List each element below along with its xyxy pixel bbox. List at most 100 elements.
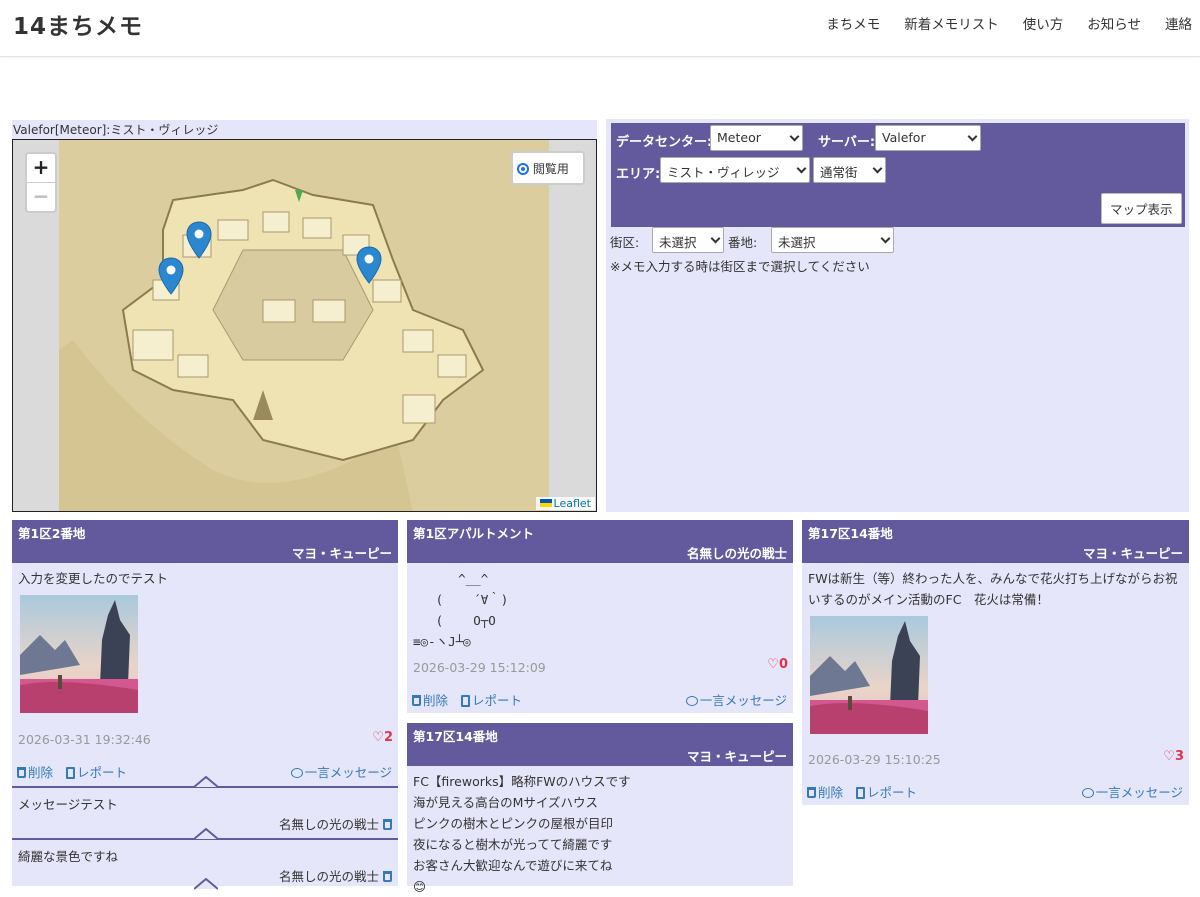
speech-bubble-icon <box>685 696 698 706</box>
divider-notch <box>194 828 218 840</box>
server-label: サーバー: <box>818 135 876 150</box>
message-author-name: 名無しの光の戦士 <box>279 869 380 884</box>
trash-icon[interactable] <box>383 819 392 830</box>
housing-map-image <box>59 140 549 511</box>
message-label: 一言メッセージ <box>304 765 392 780</box>
delete-button[interactable]: 削除 <box>412 690 448 709</box>
report-label: レポート <box>77 765 128 780</box>
site-header: 14まちメモ まちメモ 新着メモリスト 使い方 お知らせ 連絡 <box>0 0 1200 57</box>
report-label: レポート <box>472 693 523 708</box>
memo-date: 2026-03-31 19:32:46 <box>18 732 151 747</box>
like-button[interactable]: ♡0 <box>767 657 788 672</box>
view-mode-control[interactable]: 閲覧用 <box>511 151 585 185</box>
memo-photo <box>810 616 928 734</box>
chevron-down-icon <box>710 233 721 244</box>
memo-screenshot[interactable] <box>20 595 138 713</box>
message-text: メッセージテスト <box>18 797 118 812</box>
map-marker-pin[interactable] <box>186 221 212 259</box>
delete-label: 削除 <box>423 693 449 708</box>
memo-card-header: 第1区アパルトメント 名無しの光の戦士 <box>407 520 793 563</box>
document-icon <box>856 787 865 799</box>
memo-card: 第17区14番地 マヨ・キューピー FWは新生（等）終わった人を、みんなで花火打… <box>802 520 1189 805</box>
ukraine-flag-icon <box>539 499 552 507</box>
memo-author: マヨ・キューピー <box>291 546 392 561</box>
memo-author: 名無しの光の戦士 <box>686 546 787 561</box>
area-select-value: ミスト・ヴィレッジ <box>667 165 780 180</box>
trash-icon[interactable] <box>383 871 392 882</box>
plot-label: 番地: <box>728 235 758 250</box>
message-button[interactable]: 一言メッセージ <box>290 762 392 781</box>
message-button[interactable]: 一言メッセージ <box>1081 782 1183 801</box>
area-type-select[interactable]: 通常街 <box>813 157 886 183</box>
dc-select[interactable]: Meteor <box>710 125 803 151</box>
nav-new-memo-list[interactable]: 新着メモリスト <box>904 13 999 33</box>
memo-text: ^__^ ( ´∀｀) ( O┬O ≡◎-ヽJ┴◎ <box>413 571 509 649</box>
memo-location: 第17区14番地 <box>413 729 498 744</box>
chevron-down-icon <box>789 131 800 142</box>
ward-label: 街区: <box>610 235 640 250</box>
memo-text: FC【fireworks】略称FWのハウスです 海が見える高台のMサイズハウス … <box>413 774 631 894</box>
like-count: 0 <box>778 657 788 672</box>
show-map-button[interactable]: マップ表示 <box>1101 193 1182 224</box>
message-button[interactable]: 一言メッセージ <box>685 690 787 709</box>
trash-icon <box>17 767 26 778</box>
message-label: 一言メッセージ <box>699 693 787 708</box>
nav-how-to-use[interactable]: 使い方 <box>1023 13 1064 33</box>
ward-select[interactable]: 未選択 <box>652 227 724 253</box>
memo-date: 2026-03-29 15:12:09 <box>413 660 546 675</box>
trash-icon <box>412 695 421 706</box>
memo-screenshot[interactable] <box>810 616 928 734</box>
chevron-down-icon <box>967 131 978 142</box>
delete-button[interactable]: 削除 <box>807 782 843 801</box>
memo-card: 第1区アパルトメント 名無しの光の戦士 ^__^ ( ´∀｀) ( O┬O ≡◎… <box>407 520 793 713</box>
ward-select-value: 未選択 <box>659 235 697 250</box>
heart-icon: ♡ <box>372 730 384 745</box>
memo-text: 入力を変更したのでテスト <box>18 571 169 586</box>
nav-news[interactable]: お知らせ <box>1087 13 1141 33</box>
map-marker-pin[interactable] <box>158 257 184 295</box>
like-count: 2 <box>383 730 393 745</box>
report-button[interactable]: レポート <box>66 762 127 781</box>
nav-machimemo[interactable]: まちメモ <box>826 13 880 33</box>
divider-notch <box>194 878 218 890</box>
memo-author: マヨ・キューピー <box>1082 546 1183 561</box>
heart-icon: ♡ <box>1163 749 1175 764</box>
memo-card: 第17区14番地 マヨ・キューピー FC【fireworks】略称FWのハウスで… <box>407 723 793 894</box>
selector-bar: データセンター: Meteor サーバー: Valefor エリア: ミスト・ヴ… <box>611 123 1185 227</box>
memo-location: 第1区アパルトメント <box>413 526 534 541</box>
map-view[interactable]: + − 閲覧用 Leaflet <box>12 139 597 512</box>
map-marker-pin[interactable] <box>356 246 382 284</box>
map-caption: Valefor[Meteor]:ミスト・ヴィレッジ <box>12 120 597 139</box>
memo-card-header: 第1区2番地 マヨ・キューピー <box>12 520 398 563</box>
like-button[interactable]: ♡3 <box>1163 749 1184 764</box>
memo-date: 2026-03-29 15:10:25 <box>808 752 941 767</box>
plot-select-value: 未選択 <box>778 235 816 250</box>
radio-checked-icon[interactable] <box>517 163 529 175</box>
message-author-name: 名無しの光の戦士 <box>279 817 380 832</box>
memo-card-header: 第17区14番地 マヨ・キューピー <box>407 723 793 766</box>
document-icon <box>461 695 470 707</box>
selection-note: ※メモ入力する時は街区まで選択してください <box>610 259 870 274</box>
plot-select[interactable]: 未選択 <box>771 227 894 253</box>
report-button[interactable]: レポート <box>461 690 522 709</box>
message-author: 名無しの光の戦士 <box>279 866 394 885</box>
memo-card-header: 第17区14番地 マヨ・キューピー <box>802 520 1189 563</box>
zoom-in-button[interactable]: + <box>27 154 55 182</box>
zoom-out-button[interactable]: − <box>27 182 55 210</box>
nav-contact[interactable]: 連絡 <box>1165 13 1192 33</box>
dc-select-value: Meteor <box>717 130 761 145</box>
message-label: 一言メッセージ <box>1095 785 1183 800</box>
report-button[interactable]: レポート <box>856 782 917 801</box>
area-label: エリア: <box>616 167 661 182</box>
area-select[interactable]: ミスト・ヴィレッジ <box>660 157 810 183</box>
like-count: 3 <box>1174 749 1184 764</box>
leaflet-link[interactable]: Leaflet <box>554 497 591 510</box>
memo-location: 第17区14番地 <box>808 526 893 541</box>
site-logo[interactable]: 14まちメモ <box>13 7 143 41</box>
delete-button[interactable]: 削除 <box>17 762 53 781</box>
like-button[interactable]: ♡2 <box>372 730 393 745</box>
chevron-down-icon <box>872 163 883 174</box>
server-select[interactable]: Valefor <box>875 125 981 151</box>
server-select-value: Valefor <box>882 130 926 145</box>
map-attribution[interactable]: Leaflet <box>535 497 595 510</box>
